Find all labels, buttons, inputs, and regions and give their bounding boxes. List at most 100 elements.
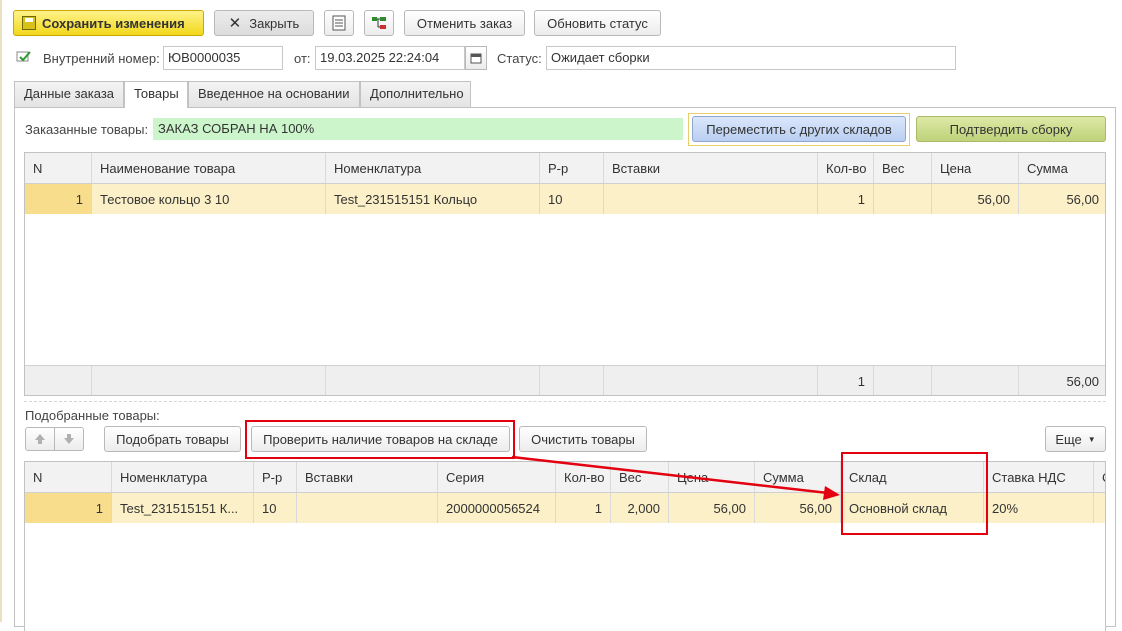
save-changes-label: Сохранить изменения: [42, 15, 185, 31]
footer-qty-total: 1: [818, 366, 874, 395]
order-status-field: ЗАКАЗ СОБРАН НА 100%: [153, 118, 683, 140]
cancel-order-button[interactable]: Отменить заказ: [404, 10, 525, 36]
tab-based-on[interactable]: Введенное на основании: [188, 81, 360, 107]
price-cell: 56,00: [669, 493, 755, 523]
column-header-inserts[interactable]: Вставки: [604, 153, 818, 183]
save-icon: [22, 16, 36, 30]
internal-number-label: Внутренний номер:: [43, 51, 160, 66]
calendar-icon: [470, 53, 482, 64]
document-posted-icon: [16, 51, 31, 62]
qty-cell: 1: [556, 493, 611, 523]
annotation-highlight-warehouse-column: [841, 452, 988, 535]
pick-goods-button[interactable]: Подобрать товары: [104, 426, 241, 452]
price-cell: 56,00: [932, 184, 1019, 214]
close-label: Закрыть: [249, 15, 300, 31]
size-cell: 10: [540, 184, 604, 214]
clear-goods-label: Очистить товары: [531, 431, 635, 447]
column-header-nomenclature[interactable]: Номенклатура: [326, 153, 540, 183]
footer-size: [540, 366, 604, 395]
date-label: от:: [294, 51, 311, 66]
column-header-sum[interactable]: Сумма: [1019, 153, 1105, 183]
weight-cell: [874, 184, 932, 214]
footer-product-name: [92, 366, 326, 395]
ordered-goods-label: Заказанные товары:: [25, 122, 149, 137]
section-divider: [24, 401, 1106, 402]
close-icon: ✕: [228, 15, 242, 32]
footer-price: [932, 366, 1019, 395]
footer-inserts: [604, 366, 818, 395]
pick-goods-label: Подобрать товары: [116, 431, 229, 447]
footer-n: [25, 366, 92, 395]
row-number: 1: [25, 493, 112, 523]
arrow-up-icon: [35, 434, 45, 444]
footer-sum-total: 56,00: [1066, 373, 1099, 389]
tab-order-data[interactable]: Данные заказа: [14, 81, 124, 107]
column-header-price[interactable]: Цена: [932, 153, 1019, 183]
nomenclature-cell: Test_231515151 Кольцо: [326, 184, 540, 214]
confirm-assembly-button[interactable]: Подтвердить сборку: [916, 116, 1106, 142]
more-label: Еще: [1055, 431, 1082, 447]
column-header-nomenclature[interactable]: Номенклатура: [112, 462, 254, 492]
status-field: Ожидает сборки: [546, 46, 956, 70]
column-header-series[interactable]: Серия: [438, 462, 556, 492]
cancel-order-label: Отменить заказ: [416, 15, 513, 31]
truncated-cell: [1094, 493, 1105, 523]
print-form-button[interactable]: [324, 10, 354, 36]
table-row[interactable]: 1 Тестовое кольцо 3 10 Test_231515151 Ко…: [25, 184, 1105, 214]
nomenclature-cell: Test_231515151 К...: [112, 493, 254, 523]
hierarchy-icon: [372, 17, 386, 29]
column-header-size[interactable]: Р-р: [540, 153, 604, 183]
confirm-assembly-label: Подтвердить сборку: [949, 121, 1073, 137]
footer-nomenclature: [326, 366, 540, 395]
row-number: 1: [25, 184, 92, 214]
close-button[interactable]: ✕ Закрыть: [214, 10, 314, 36]
column-header-price[interactable]: Цена: [669, 462, 755, 492]
qty-cell: 1: [818, 184, 874, 214]
column-header-weight[interactable]: Вес: [611, 462, 669, 492]
column-header-sum[interactable]: Сумма: [755, 462, 841, 492]
table-footer: 1 56,00: [25, 365, 1105, 395]
move-from-other-warehouses-label: Переместить с других складов: [706, 121, 892, 137]
sum-cell: 56,00: [755, 493, 841, 523]
arrow-down-icon: [64, 434, 74, 444]
column-header-vat-rate[interactable]: Ставка НДС: [984, 462, 1094, 492]
date-field[interactable]: 19.03.2025 22:24:04: [315, 46, 465, 70]
picked-goods-label: Подобранные товары:: [25, 408, 160, 423]
calendar-button[interactable]: [465, 46, 487, 70]
move-down-button[interactable]: [54, 427, 84, 451]
move-up-button[interactable]: [25, 427, 55, 451]
clear-goods-button[interactable]: Очистить товары: [519, 426, 647, 452]
tab-additional[interactable]: Дополнительно: [360, 81, 471, 107]
weight-cell: 2,000: [611, 493, 669, 523]
move-from-other-warehouses-button[interactable]: Переместить с других складов: [692, 116, 906, 142]
document-icon: [332, 15, 346, 31]
update-status-button[interactable]: Обновить статус: [534, 10, 661, 36]
update-status-label: Обновить статус: [547, 15, 648, 31]
column-header-n[interactable]: N: [25, 153, 92, 183]
column-header-truncated[interactable]: С: [1094, 462, 1105, 492]
more-button[interactable]: Еще ▼: [1045, 426, 1106, 452]
column-header-qty[interactable]: Кол-во: [556, 462, 611, 492]
save-changes-button[interactable]: Сохранить изменения: [13, 10, 204, 36]
table-header: N Наименование товара Номенклатура Р-р В…: [25, 153, 1105, 184]
column-header-qty[interactable]: Кол-во: [818, 153, 874, 183]
column-header-product-name[interactable]: Наименование товара: [92, 153, 326, 183]
product-name-cell: Тестовое кольцо 3 10: [92, 184, 326, 214]
series-cell: 2000000056524: [438, 493, 556, 523]
inserts-cell: [297, 493, 438, 523]
size-cell: 10: [254, 493, 297, 523]
inserts-cell: [604, 184, 818, 214]
vat-rate-cell: 20%: [984, 493, 1094, 523]
column-header-size[interactable]: Р-р: [254, 462, 297, 492]
internal-number-field[interactable]: ЮВ0000035: [163, 46, 283, 70]
tab-goods[interactable]: Товары: [124, 81, 188, 108]
column-header-n[interactable]: N: [25, 462, 112, 492]
sum-cell: 56,00: [1066, 191, 1099, 207]
annotation-highlight-check-button: [245, 420, 515, 459]
window-left-border: [0, 0, 2, 622]
column-header-weight[interactable]: Вес: [874, 153, 932, 183]
column-header-inserts[interactable]: Вставки: [297, 462, 438, 492]
footer-weight: [874, 366, 932, 395]
dropdown-arrow-icon: ▼: [1087, 434, 1096, 444]
structure-button[interactable]: [364, 10, 394, 36]
